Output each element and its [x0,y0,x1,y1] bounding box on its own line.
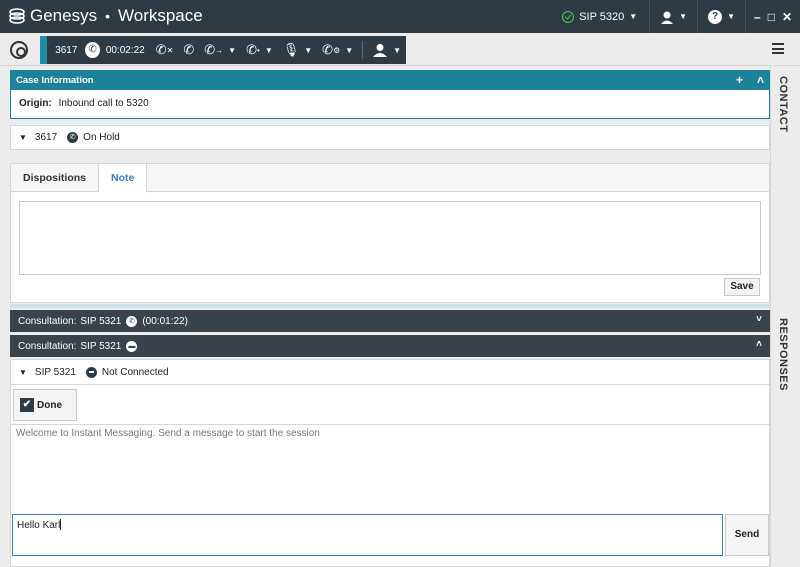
checkmark-icon: ✔ [20,398,34,412]
im-party-status: Not Connected [101,366,169,378]
phone-icon: ✆ [67,132,79,143]
agent-icon [661,11,674,24]
ready-status-icon [562,10,575,23]
help-menu-button[interactable]: ? ▼ [698,0,746,33]
im-party-row[interactable]: ▼ SIP 5321 Not Connected [11,360,769,385]
call-accent [40,36,48,64]
right-sidebar: CONTACT RESPONSES [770,66,800,567]
text-cursor [60,519,62,530]
chat-icon: ▬ [126,340,138,352]
genesys-logo-icon [9,8,25,24]
im-party-name: SIP 5321 [34,366,76,378]
call-party-row[interactable]: ▼ 3617 ✆ On Hold [10,125,770,150]
consultation-target: SIP 5321 [80,315,122,327]
tab-note[interactable]: Note [99,164,148,193]
panel-divider[interactable] [10,304,770,308]
chevron-down-icon: ▼ [727,12,735,21]
call-control-bar: 3617 ✆ 00:02:22 ✆ ✕ ✆ ✆ → ▼ ✆ • ▼ 🎙 ▼ ✆ ⚙ ▼ ▼ [40,36,406,64]
maximize-button[interactable]: □ [768,10,775,24]
help-icon: ? [708,9,723,24]
microphone-icon[interactable]: 🎙 ▼ [278,42,317,58]
tab-strip: Dispositions Note [11,164,769,193]
hamburger-menu-icon[interactable] [772,43,784,54]
save-button[interactable]: Save [724,278,760,296]
origin-label: Origin: [19,98,52,109]
phone-icon: ✆ [85,42,100,58]
expand-triangle-icon[interactable]: ▼ [19,133,27,142]
message-input[interactable]: Hello Karl [12,514,723,556]
phone-icon: ✆ [126,315,138,327]
title-bar: Genesys • Workspace SIP 5320 ▼ ▼ ? ▼ – □… [0,0,800,33]
end-call-icon[interactable]: ✆ ✕ [151,42,179,58]
person-icon [373,44,388,57]
expand-triangle-icon[interactable]: ▼ [19,368,27,377]
consultation-label: Consultation: [18,340,77,352]
agent-status-label: SIP 5320 [579,10,625,23]
note-textarea[interactable] [19,201,761,275]
consultation-label: Consultation: [18,315,77,327]
case-information-header: Case Information + ˄ [10,70,770,90]
consultation-target: SIP 5321 [80,340,122,352]
message-input-text: Hello Karl [17,520,61,531]
collapse-icon[interactable]: ˄ [757,73,764,87]
app-logo: Genesys • Workspace [8,6,203,26]
origin-value: Inbound call to 5320 [58,98,149,109]
chevron-down-icon[interactable]: ˅ [756,314,762,325]
case-header-title: Case Information [16,75,94,86]
call-timer: 00:02:22 [105,44,145,56]
gateway-icon[interactable] [10,41,28,59]
disposition-note-panel: Dispositions Note Save [10,163,770,303]
consultation-call-header[interactable]: Consultation: SIP 5321 ✆ (00:01:22) ˅ [10,310,770,332]
title-separator: • [105,8,110,24]
close-button[interactable]: ✕ [782,10,792,24]
app-name: Workspace [118,6,203,25]
call-settings-icon[interactable]: ✆ ⚙ ▼ [317,42,358,58]
contact-tab[interactable]: CONTACT [777,76,789,132]
interaction-panel: Case Information + ˄ Origin: Inbound cal… [10,70,770,567]
tab-dispositions[interactable]: Dispositions [11,164,100,191]
call-number[interactable]: 3617 [47,45,85,56]
case-information-body: Origin: Inbound call to 5320 [10,90,770,119]
transfer-call-icon[interactable]: ✆ → ▼ [199,42,241,58]
send-button[interactable]: Send [725,514,769,556]
chat-transcript: Welcome to Instant Messaging. Send a mes… [11,424,769,504]
party-status: On Hold [83,132,120,143]
conference-call-icon[interactable]: ✆ • ▼ [241,42,278,58]
not-connected-icon [85,366,97,378]
chevron-down-icon: ▼ [629,12,638,21]
done-label: Done [37,399,62,411]
consultation-duration: (00:01:22) [142,315,188,327]
main-toolbar: 3617 ✆ 00:02:22 ✆ ✕ ✆ ✆ → ▼ ✆ • ▼ 🎙 ▼ ✆ ⚙ ▼ ▼ [0,33,800,66]
consultation-chat-header[interactable]: Consultation: SIP 5321 ▬ ˄ [10,335,770,357]
welcome-message: Welcome to Instant Messaging. Send a mes… [16,428,320,439]
minimize-button[interactable]: – [754,10,761,24]
brand-name: Genesys [30,6,98,25]
responses-tab[interactable]: RESPONSES [777,318,789,391]
done-button[interactable]: ✔ Done [13,389,77,421]
toolbar-separator [362,41,364,59]
party-number: 3617 [34,132,58,143]
chevron-up-icon[interactable]: ˄ [756,339,762,350]
consult-agent-icon[interactable]: ▼ [367,43,406,57]
hold-call-icon[interactable]: ✆ [178,42,199,58]
chevron-down-icon: ▼ [679,12,688,21]
instant-messaging-panel: ▼ SIP 5321 Not Connected ✔ Done Welcome … [10,359,770,567]
user-menu-button[interactable]: ▼ [650,0,699,33]
agent-status-menu[interactable]: SIP 5320 ▼ [550,0,651,33]
add-icon[interactable]: + [736,73,743,87]
